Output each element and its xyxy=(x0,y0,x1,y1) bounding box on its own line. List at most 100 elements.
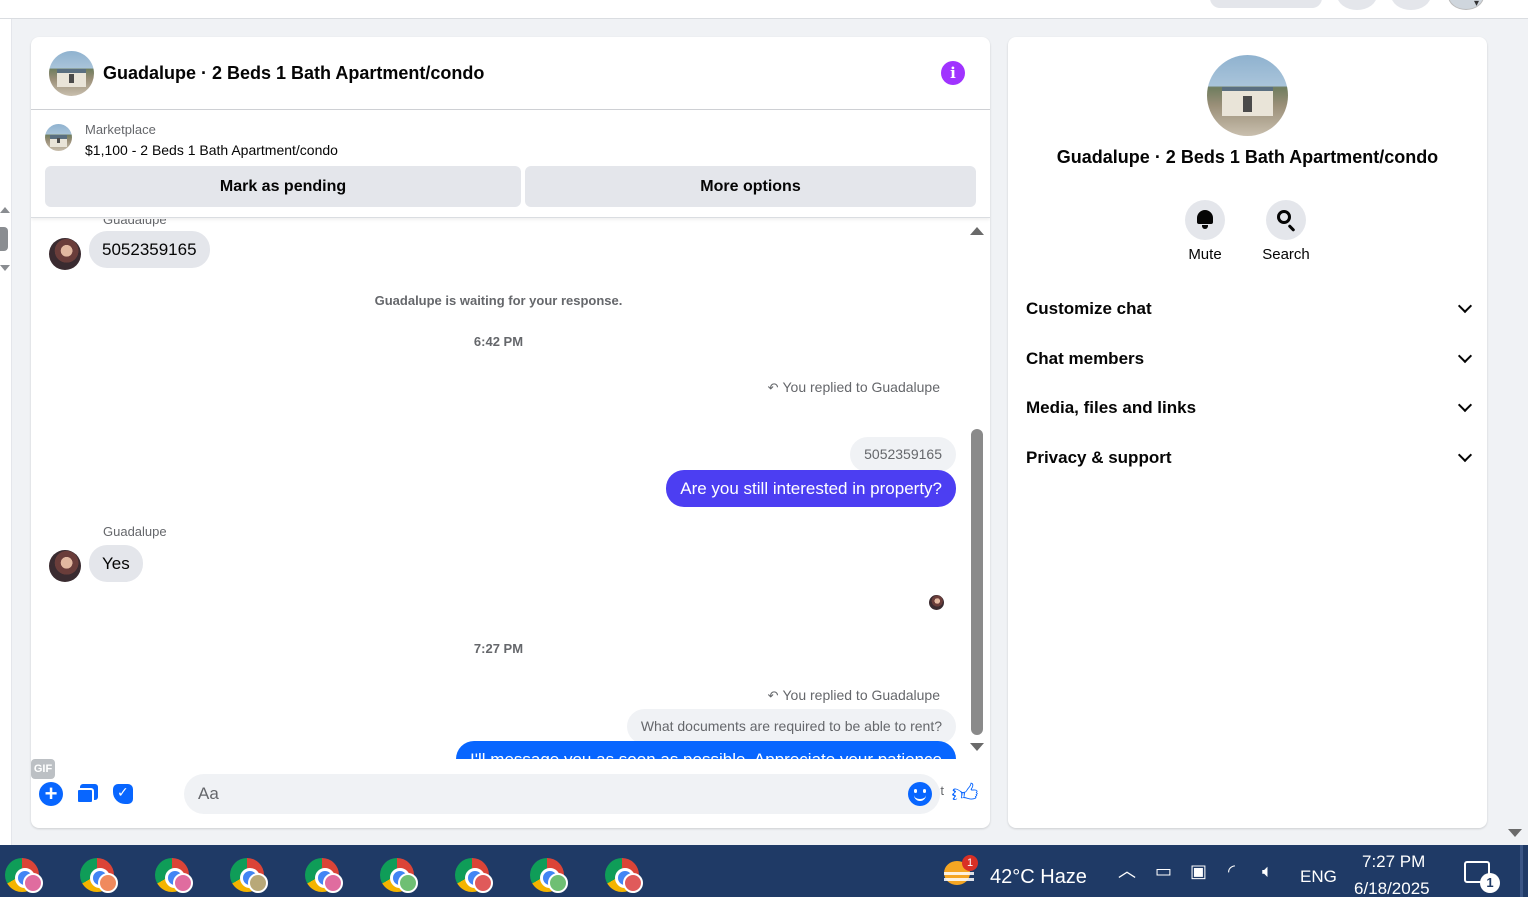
conversation-avatar-large[interactable] xyxy=(1207,55,1288,136)
clock-time[interactable]: 7:27 PM xyxy=(1362,852,1425,872)
chevron-down-icon[interactable]: ▾ xyxy=(1474,0,1479,9)
top-nav-pill-button[interactable] xyxy=(1210,0,1322,8)
windows-taskbar: 1 42°C Haze ︿ ▭ ▣ ◜ 🔈︎ ENG 7:27 PM 6/18/… xyxy=(0,845,1528,897)
weather-widget[interactable]: 1 xyxy=(944,855,978,887)
reply-indicator-label: You replied to Guadalupe xyxy=(782,687,941,703)
message-input[interactable] xyxy=(184,774,940,814)
left-pane-scrollbar[interactable] xyxy=(0,19,12,845)
profile-badge-icon xyxy=(623,873,643,893)
chat-panel: Guadalupe · 2 Beds 1 Bath Apartment/cond… xyxy=(31,37,990,828)
taskbar-app-button[interactable] xyxy=(80,858,118,893)
taskbar-app-button[interactable] xyxy=(380,858,418,893)
message-list[interactable]: Guadalupe 5052359165 Guadalupe is waitin… xyxy=(31,219,990,759)
scrollbar-thumb[interactable] xyxy=(0,227,8,251)
wifi-icon[interactable]: ◜ xyxy=(1228,861,1235,881)
volume-icon[interactable]: 🔈︎ xyxy=(1262,861,1273,881)
outgoing-message[interactable]: Are you still interested in property? xyxy=(666,470,956,507)
chevron-down-icon xyxy=(1457,298,1473,314)
search-button[interactable]: Search xyxy=(1256,200,1316,263)
scrollbar-thumb[interactable] xyxy=(971,429,983,735)
waiting-notice: Guadalupe is waiting for your response. xyxy=(374,293,623,308)
mark-as-pending-button[interactable]: Mark as pending xyxy=(45,166,521,207)
scroll-down-arrow-icon[interactable] xyxy=(0,265,10,271)
scroll-up-arrow-icon[interactable] xyxy=(0,207,10,213)
timestamp: 7:27 PM xyxy=(473,641,524,656)
listing-thumbnail[interactable] xyxy=(45,124,72,151)
seen-receipt-avatar xyxy=(929,595,944,610)
chevron-down-icon xyxy=(1457,348,1473,364)
section-label: Chat members xyxy=(1026,349,1145,368)
message-sender-name: Guadalupe xyxy=(103,524,167,539)
screen-record-icon[interactable]: ▣ xyxy=(1190,861,1207,881)
sticker-icon[interactable] xyxy=(111,782,135,806)
incoming-message[interactable]: Yes xyxy=(89,545,143,582)
top-nav-circle-button[interactable] xyxy=(1337,0,1377,10)
reply-indicator: ↶ You replied to Guadalupe xyxy=(768,687,940,704)
taskbar-app-button[interactable] xyxy=(5,858,43,893)
more-options-button[interactable]: More options xyxy=(525,166,976,207)
quoted-message[interactable]: What documents are required to be able t… xyxy=(626,709,956,744)
photo-icon[interactable] xyxy=(75,782,99,806)
chevron-down-icon xyxy=(1457,447,1473,463)
page-scroll-down-arrow-icon[interactable] xyxy=(1508,829,1522,837)
section-label: Privacy & support xyxy=(1026,448,1172,467)
taskbar-app-button[interactable] xyxy=(230,858,268,893)
scroll-up-arrow-icon[interactable] xyxy=(970,227,984,235)
scroll-down-arrow-icon[interactable] xyxy=(970,743,984,751)
top-navigation-bar: ▾ xyxy=(0,0,1528,19)
incoming-message[interactable]: 5052359165 xyxy=(89,231,210,268)
quoted-message[interactable]: 5052359165 xyxy=(850,437,956,472)
profile-badge-icon xyxy=(173,873,193,893)
privacy-support-section[interactable]: Privacy & support xyxy=(1026,440,1473,476)
weather-text[interactable]: 42°C Haze xyxy=(990,866,1087,889)
plus-icon[interactable]: + xyxy=(39,782,63,806)
chat-header: Guadalupe · 2 Beds 1 Bath Apartment/cond… xyxy=(31,37,990,110)
info-icon[interactable]: i xyxy=(941,61,965,85)
top-nav-circle-button[interactable] xyxy=(1391,0,1431,10)
taskbar-app-button[interactable] xyxy=(455,858,493,893)
profile-badge-icon xyxy=(98,873,118,893)
reply-indicator: ↶ You replied to Guadalupe xyxy=(768,379,940,396)
marketplace-label: Marketplace xyxy=(85,122,156,137)
sender-avatar[interactable] xyxy=(49,238,81,270)
taskbar-app-button[interactable] xyxy=(155,858,193,893)
media-files-links-section[interactable]: Media, files and links xyxy=(1026,390,1473,426)
search-label: Search xyxy=(1262,246,1310,263)
conversation-title[interactable]: Guadalupe · 2 Beds 1 Bath Apartment/cond… xyxy=(103,63,484,84)
reply-arrow-icon: ↶ xyxy=(767,688,779,703)
clock-date[interactable]: 6/18/2025 xyxy=(1354,879,1430,897)
taskbar-app-button[interactable] xyxy=(605,858,643,893)
show-hidden-icons-icon[interactable]: ︿ xyxy=(1118,861,1136,881)
listing-title[interactable]: $1,100 - 2 Beds 1 Bath Apartment/condo xyxy=(85,142,338,158)
chat-members-section[interactable]: Chat members xyxy=(1026,341,1473,377)
search-icon xyxy=(1277,210,1291,224)
profile-badge-icon xyxy=(323,873,343,893)
thumbs-up-icon[interactable]: 👍︎ xyxy=(951,779,979,807)
emoji-icon[interactable] xyxy=(908,782,932,806)
profile-badge-icon xyxy=(473,873,493,893)
show-desktop-button[interactable] xyxy=(1520,845,1523,897)
notification-center-icon[interactable]: 1 xyxy=(1464,861,1500,893)
gif-icon[interactable]: GIF xyxy=(31,759,55,779)
mute-label: Mute xyxy=(1188,246,1222,263)
mute-button[interactable]: Mute xyxy=(1175,200,1235,263)
sender-avatar[interactable] xyxy=(49,550,81,582)
message-sender-name: Guadalupe xyxy=(103,219,167,227)
info-panel-title: Guadalupe · 2 Beds 1 Bath Apartment/cond… xyxy=(1056,147,1439,167)
profile-badge-icon xyxy=(548,873,568,893)
reply-indicator-label: You replied to Guadalupe xyxy=(782,379,941,395)
section-label: Customize chat xyxy=(1026,299,1152,318)
bell-icon xyxy=(1197,210,1213,229)
taskbar-app-button[interactable] xyxy=(305,858,343,893)
customize-chat-section[interactable]: Customize chat xyxy=(1026,291,1473,327)
conversation-info-panel: Guadalupe · 2 Beds 1 Bath Apartment/cond… xyxy=(1008,37,1487,828)
camera-icon[interactable]: ▭ xyxy=(1155,861,1172,881)
conversation-avatar[interactable] xyxy=(49,51,94,96)
message-scrollbar[interactable] xyxy=(970,225,984,755)
language-indicator[interactable]: ENG xyxy=(1300,867,1337,887)
marketplace-listing-banner: Marketplace $1,100 - 2 Beds 1 Bath Apart… xyxy=(31,110,990,218)
profile-badge-icon xyxy=(398,873,418,893)
taskbar-app-button[interactable] xyxy=(530,858,568,893)
section-label: Media, files and links xyxy=(1026,398,1197,417)
outgoing-message[interactable]: I'll message you as soon as possible. Ap… xyxy=(456,741,956,759)
